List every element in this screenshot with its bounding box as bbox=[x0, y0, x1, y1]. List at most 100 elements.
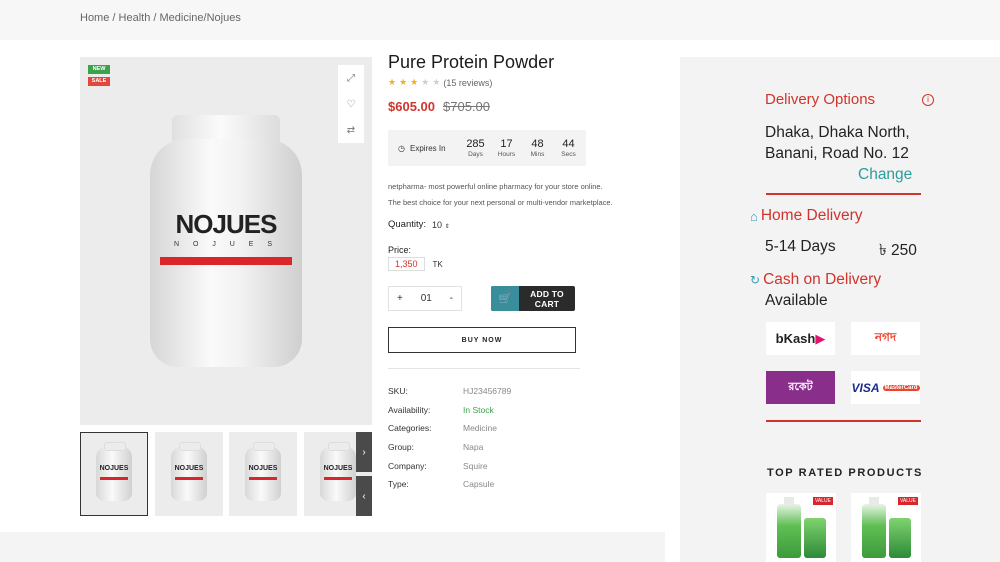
thumbnail-jar: NOJUES bbox=[96, 442, 132, 501]
divider bbox=[766, 420, 921, 422]
meta-row: SKU: HJ23456789 bbox=[388, 382, 648, 401]
product-meta: SKU: HJ23456789 Availability: In Stock Cat… bbox=[388, 382, 648, 494]
countdown-timer: ◷ Expires In 285 Days 17 Hours 48 Mins 4… bbox=[388, 130, 586, 166]
address-line: Dhaka, Dhaka North, bbox=[765, 124, 910, 141]
meta-key: SKU: bbox=[388, 386, 408, 397]
meta-key: Company: bbox=[388, 460, 427, 471]
price-label: Price: bbox=[388, 245, 412, 255]
meta-value[interactable]: Medicine bbox=[463, 423, 497, 433]
home-icon: ⌂ bbox=[750, 208, 758, 224]
thumbnail-logo: NOJUES bbox=[174, 465, 204, 472]
jar-red-band bbox=[160, 257, 292, 265]
brand-logo: NOJUES bbox=[175, 209, 278, 239]
thumbnail-jar: NOJUES bbox=[245, 442, 281, 501]
countdown-value: 48 bbox=[531, 138, 544, 150]
info-icon[interactable]: i bbox=[922, 94, 934, 106]
meta-row: Group: Napa bbox=[388, 438, 648, 457]
star-icon: ★ bbox=[421, 77, 430, 87]
top-rated-product[interactable]: VALUE bbox=[766, 493, 836, 562]
bkash-bird-icon: ▶ bbox=[815, 330, 826, 346]
countdown-days: 285 Days bbox=[460, 138, 491, 158]
countdown-unit-label: Mins bbox=[530, 151, 545, 158]
mastercard-logo: MasterCard bbox=[882, 384, 920, 391]
star-icon: ★ bbox=[432, 77, 441, 87]
breadcrumb-home[interactable]: Home bbox=[80, 12, 109, 24]
thumbnail-jar: NOJUES bbox=[320, 442, 356, 501]
expand-icon[interactable]: ⤢ bbox=[338, 65, 364, 91]
product-jar: NOJUES N O J U E S bbox=[150, 115, 302, 367]
prices: $605.00 $705.00 bbox=[388, 99, 490, 114]
quantity-stepper: + 01 - bbox=[388, 286, 462, 311]
home-delivery-label: Home Delivery bbox=[760, 207, 863, 224]
thumbnail[interactable]: NOJUES bbox=[229, 432, 297, 516]
add-to-cart-button[interactable]: 🛒 ADD TO CART bbox=[491, 286, 575, 311]
home-delivery-title: ⌂ Home Delivery bbox=[750, 207, 863, 225]
footer-strip bbox=[0, 532, 665, 562]
thumbnail[interactable]: NOJUES bbox=[155, 432, 223, 516]
badge-sale: SALE bbox=[88, 77, 110, 86]
countdown-value: 17 bbox=[500, 138, 513, 150]
price-current: $605.00 bbox=[388, 99, 435, 114]
star-icon: ★ bbox=[399, 77, 408, 87]
price-box: 1,350 bbox=[388, 257, 425, 271]
jar-body bbox=[150, 139, 302, 367]
rating: ★ ★ ★ ★ ★ (15 reviews) bbox=[388, 77, 658, 88]
product-image-main[interactable]: NEW SALE ⤢ ♡ ⇄ NOJUES N O J U E S bbox=[80, 57, 372, 425]
meta-key: Group: bbox=[388, 442, 414, 453]
payment-visa: VISA MasterCard bbox=[851, 371, 920, 404]
quantity-row: Quantity: 10 ⇕ bbox=[388, 219, 450, 230]
description-line: netpharma- most powerful online pharmacy… bbox=[388, 182, 603, 191]
add-to-cart-label: ADD TO CART bbox=[530, 288, 564, 309]
breadcrumb-health[interactable]: Health bbox=[119, 12, 151, 24]
cod-availability: Available bbox=[765, 292, 828, 309]
cod-label: Cash on Delivery bbox=[763, 271, 882, 288]
payment-rocket: রকেট bbox=[766, 371, 835, 404]
pouch-image bbox=[888, 518, 911, 558]
meta-value: Capsule bbox=[463, 479, 495, 490]
increment-button[interactable]: + bbox=[397, 293, 403, 304]
top-rated-product[interactable]: VALUE bbox=[851, 493, 921, 562]
wishlist-heart-icon[interactable]: ♡ bbox=[338, 91, 364, 117]
delivery-address: Dhaka, Dhaka North, Banani, Road No. 12 bbox=[765, 122, 935, 164]
meta-row: Availability: In Stock bbox=[388, 401, 648, 420]
thumbnail-logo: NOJUES bbox=[99, 465, 129, 472]
pouch-image bbox=[803, 518, 826, 558]
cod-title: ↻ Cash on Delivery bbox=[750, 271, 881, 289]
thumbnail-strip: NOJUES NOJUES NOJUES NOJUES bbox=[80, 432, 372, 516]
thumbnail-logo: NOJUES bbox=[248, 465, 278, 472]
countdown-unit-label: Days bbox=[468, 151, 483, 158]
thumbnail-next-button[interactable]: › bbox=[356, 432, 372, 472]
product-info: Pure Protein Powder ★ ★ ★ ★ ★ (15 review… bbox=[388, 52, 658, 489]
buy-now-button[interactable]: BUY NOW bbox=[388, 327, 576, 353]
product-tag: VALUE bbox=[897, 497, 918, 505]
clock-icon: ◷ bbox=[398, 143, 405, 153]
meta-row: Company: Squire bbox=[388, 456, 648, 475]
compare-icon[interactable]: ⇄ bbox=[338, 117, 364, 143]
meta-row: Type: Capsule bbox=[388, 475, 648, 494]
quantity-select[interactable]: 10 ⇕ bbox=[432, 220, 450, 230]
countdown-hours: 17 Hours bbox=[491, 138, 522, 158]
change-address-link[interactable]: Change bbox=[858, 166, 912, 184]
address-line: Banani, Road No. 12 bbox=[765, 145, 909, 162]
delivery-days: 5-14 Days bbox=[765, 238, 836, 255]
cart-icon: 🛒 bbox=[491, 286, 519, 311]
thumbnail[interactable]: NOJUES bbox=[80, 432, 148, 516]
chevron-updown-icon: ⇕ bbox=[444, 223, 450, 230]
meta-value: Napa bbox=[463, 442, 484, 453]
delivery-fee: ৳ 250 bbox=[879, 242, 917, 259]
thumbnail-prev-button[interactable]: ‹ bbox=[356, 476, 372, 516]
price-original: $705.00 bbox=[443, 99, 490, 114]
product-tag: VALUE bbox=[812, 497, 833, 505]
payment-bkash: bKash ▶ bbox=[766, 322, 835, 355]
bottle-image bbox=[776, 497, 801, 558]
stepper-value[interactable]: 01 bbox=[421, 293, 432, 304]
brand-subtitle: N O J U E S bbox=[173, 241, 279, 248]
meta-key: Availability: bbox=[388, 404, 431, 415]
badge-new: NEW bbox=[88, 65, 110, 74]
price-box-row: 1,350 TK bbox=[388, 257, 443, 271]
thumbnail-jar: NOJUES bbox=[171, 442, 207, 501]
decrement-button[interactable]: - bbox=[450, 293, 453, 304]
countdown-value: 285 bbox=[466, 138, 485, 150]
countdown-label: ◷ Expires In bbox=[388, 144, 460, 153]
review-count[interactable]: (15 reviews) bbox=[443, 78, 492, 88]
